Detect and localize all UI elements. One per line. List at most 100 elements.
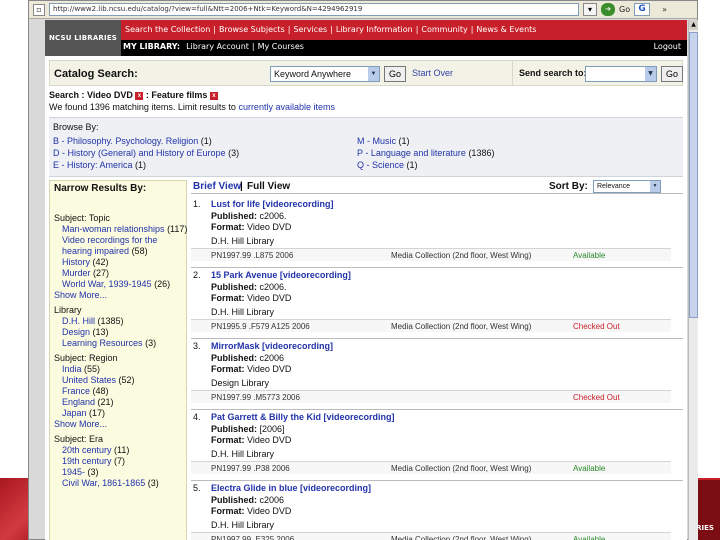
sort-select[interactable]: Relevance ▼ bbox=[593, 180, 661, 193]
facet-item[interactable]: 1945- (3) bbox=[54, 467, 188, 478]
facet-item-count: (13) bbox=[92, 327, 109, 337]
facet-item-count: (1385) bbox=[97, 316, 124, 326]
facet-item-label: United States bbox=[62, 375, 117, 385]
send-search-select[interactable]: ▼ bbox=[585, 66, 657, 82]
facet-item-count: (3) bbox=[147, 478, 159, 488]
nav-search-collection[interactable]: Search the Collection bbox=[125, 25, 210, 34]
result-count: We found 1396 matching items. Limit resu… bbox=[49, 102, 335, 112]
nav-browse-subjects[interactable]: Browse Subjects bbox=[219, 25, 285, 34]
scroll-thumb[interactable] bbox=[689, 32, 698, 318]
facet-item-label: Man-woman relationships bbox=[62, 224, 165, 234]
available-items-link[interactable]: currently available items bbox=[238, 102, 335, 112]
result-title-link[interactable]: Lust for life [videorecording] bbox=[211, 199, 334, 209]
brief-view-link[interactable]: Brief View bbox=[193, 181, 241, 192]
facet-item[interactable]: United States (52) bbox=[54, 375, 188, 386]
more-toolbar-icon[interactable]: » bbox=[662, 5, 667, 14]
result-published: Published: c2006 bbox=[211, 495, 285, 505]
facet-item[interactable]: Video recordings for the hearing impaire… bbox=[54, 235, 188, 257]
facet-item-count: (55) bbox=[84, 364, 101, 374]
browser-window: ▫ http://www2.lib.ncsu.edu/catalog/?view… bbox=[28, 0, 698, 540]
url-dropdown-icon[interactable]: ▾ bbox=[583, 3, 597, 16]
facet-item[interactable]: World War, 1939-1945 (26) bbox=[54, 279, 188, 290]
result-title-link[interactable]: Pat Garrett & Billy the Kid [videorecord… bbox=[211, 412, 395, 422]
facet-item[interactable]: Civil War, 1861-1865 (3) bbox=[54, 478, 188, 489]
nav-library-information[interactable]: Library Information bbox=[336, 25, 413, 34]
facet-item-count: (3) bbox=[87, 467, 99, 477]
nav-services[interactable]: Services bbox=[293, 25, 327, 34]
result-library: D.H. Hill Library bbox=[211, 236, 275, 246]
vertical-scrollbar[interactable]: ▲ bbox=[688, 20, 698, 540]
show-more-link[interactable]: Show More... bbox=[54, 419, 188, 430]
browse-item[interactable]: E - History: America (1) bbox=[53, 159, 239, 171]
search-engine-icon[interactable]: G bbox=[634, 3, 651, 16]
result-title-link[interactable]: 15 Park Avenue [videorecording] bbox=[211, 270, 351, 280]
result-title-link[interactable]: Electra Glide in blue [videorecording] bbox=[211, 483, 371, 493]
facet-item[interactable]: Learning Resources (3) bbox=[54, 338, 188, 349]
results-toolbar: Brief View | Full View Sort By: Relevanc… bbox=[191, 180, 683, 194]
shelf-location: Media Collection (2nd floor, West Wing) bbox=[391, 322, 532, 331]
browse-item[interactable]: Q - Science (1) bbox=[357, 159, 494, 171]
result-published: Published: c2006. bbox=[211, 211, 287, 221]
shelf-location: Media Collection (2nd floor, West Wing) bbox=[391, 464, 532, 473]
browse-by-title: Browse By: bbox=[53, 122, 99, 132]
facet-item-label: 19th century bbox=[62, 456, 112, 466]
browse-item[interactable]: M - Music (1) bbox=[357, 135, 494, 147]
go-label[interactable]: Go bbox=[619, 5, 630, 14]
facet-item[interactable]: Murder (27) bbox=[54, 268, 188, 279]
nav-community[interactable]: Community bbox=[421, 25, 467, 34]
my-courses-link[interactable]: My Courses bbox=[258, 42, 304, 51]
scroll-up-icon[interactable]: ▲ bbox=[689, 20, 698, 30]
browse-item[interactable]: B - Philosophy. Psychology. Religion (1) bbox=[53, 135, 239, 147]
result-item: 2. 15 Park Avenue [videorecording] Publish… bbox=[191, 268, 683, 339]
library-account-link[interactable]: Library Account bbox=[186, 42, 249, 51]
search-go-button[interactable]: Go bbox=[384, 66, 406, 82]
facet-item-count: (117) bbox=[167, 224, 188, 234]
facet-item[interactable]: Japan (17) bbox=[54, 408, 188, 419]
facet-heading: Subject: Region bbox=[54, 353, 118, 363]
call-number: PN1997.99 .M5773 2006 bbox=[211, 393, 300, 402]
facet-item[interactable]: History (42) bbox=[54, 257, 188, 268]
facet-item-count: (3) bbox=[145, 338, 157, 348]
facet-item[interactable]: 20th century (11) bbox=[54, 445, 188, 456]
send-go-button[interactable]: Go bbox=[661, 66, 683, 82]
result-library: D.H. Hill Library bbox=[211, 307, 275, 317]
facet-item-count: (27) bbox=[93, 268, 110, 278]
go-arrow-icon[interactable]: ➔ bbox=[601, 3, 615, 16]
result-title-link[interactable]: MirrorMask [videorecording] bbox=[211, 341, 333, 351]
my-library-label[interactable]: MY LIBRARY: bbox=[123, 42, 180, 51]
chevron-down-icon[interactable]: ▼ bbox=[650, 181, 660, 192]
result-library: D.H. Hill Library bbox=[211, 449, 275, 459]
chevron-down-icon[interactable]: ▼ bbox=[368, 67, 379, 81]
browse-column-1: B - Philosophy. Psychology. Religion (1)… bbox=[53, 135, 239, 171]
facet-item[interactable]: D.H. Hill (1385) bbox=[54, 316, 188, 327]
catalog-page: NCSU LIBRARIES Search the Collection | Br… bbox=[45, 20, 687, 540]
nav-news-events[interactable]: News & Events bbox=[476, 25, 536, 34]
facet-item[interactable]: France (48) bbox=[54, 386, 188, 397]
facet-item[interactable]: 19th century (7) bbox=[54, 456, 188, 467]
browse-item[interactable]: P - Language and literature (1386) bbox=[357, 147, 494, 159]
search-scope-select[interactable]: Keyword Anywhere ▼ bbox=[270, 66, 380, 82]
send-search-label: Send search to: bbox=[519, 68, 587, 78]
facet-list: Subject: Topic Man-woman relationships (1… bbox=[54, 209, 188, 489]
ncsu-libraries-logo[interactable]: NCSU LIBRARIES bbox=[45, 20, 121, 56]
facet-item[interactable]: Man-woman relationships (117) bbox=[54, 224, 188, 235]
facet-item-label: History bbox=[62, 257, 91, 267]
remove-filter-icon[interactable]: x bbox=[209, 91, 218, 100]
facet-item[interactable]: England (21) bbox=[54, 397, 188, 408]
facet-item[interactable]: India (55) bbox=[54, 364, 188, 375]
availability-status: Available bbox=[573, 535, 606, 540]
facet-item-label: India bbox=[62, 364, 82, 374]
browse-item[interactable]: D - History (General) and History of Eur… bbox=[53, 147, 239, 159]
show-more-link[interactable]: Show More... bbox=[54, 290, 188, 301]
logout-link[interactable]: Logout bbox=[654, 42, 681, 51]
facet-item-count: (52) bbox=[118, 375, 135, 385]
facet-heading: Subject: Era bbox=[54, 434, 104, 444]
url-field[interactable]: http://www2.lib.ncsu.edu/catalog/?view=f… bbox=[49, 3, 579, 16]
send-search-box: Send search to: ▼ Go bbox=[512, 61, 684, 85]
facet-item-label: 1945- bbox=[62, 467, 86, 477]
remove-filter-icon[interactable]: x bbox=[135, 91, 144, 100]
chevron-down-icon[interactable]: ▼ bbox=[645, 67, 656, 81]
start-over-link[interactable]: Start Over bbox=[412, 68, 453, 78]
sort-value: Relevance bbox=[597, 183, 631, 190]
facet-item[interactable]: Design (13) bbox=[54, 327, 188, 338]
